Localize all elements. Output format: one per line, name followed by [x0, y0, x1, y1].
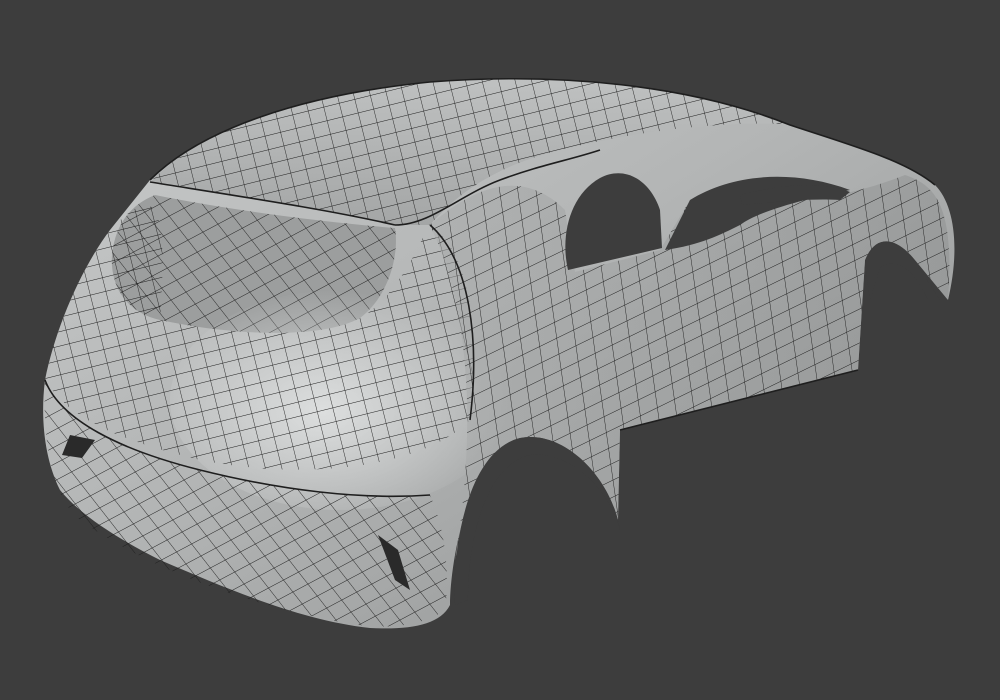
car-body-mesh[interactable] [0, 0, 1000, 700]
3d-viewport[interactable] [0, 0, 1000, 700]
